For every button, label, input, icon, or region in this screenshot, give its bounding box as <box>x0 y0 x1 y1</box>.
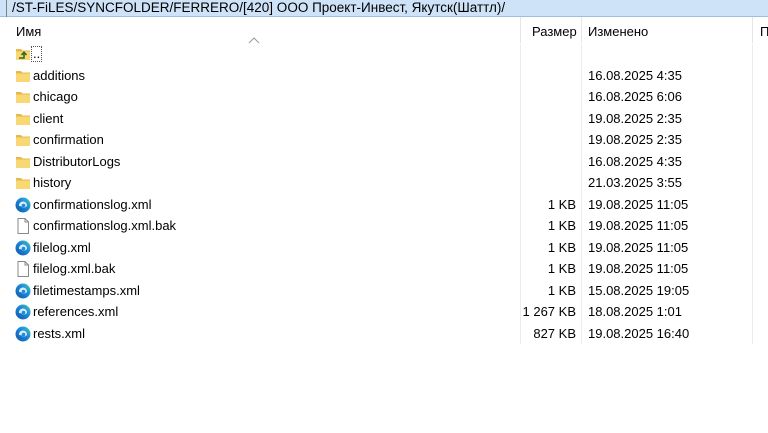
file-name[interactable]: history <box>33 172 71 194</box>
file-name[interactable]: client <box>33 108 63 130</box>
file-size: 827 KB <box>533 325 576 341</box>
folder-row[interactable]: confirmation 19.08.2025 2:35 <box>0 129 768 151</box>
file-size: 1 KB <box>547 282 576 298</box>
modified-date: 19.08.2025 2:35 <box>588 132 682 147</box>
folder-row[interactable]: chicago 16.08.2025 6:06 <box>0 86 768 108</box>
folder-icon <box>14 67 32 85</box>
modified-date: 16.08.2025 4:35 <box>588 67 682 83</box>
file-name[interactable]: confirmation <box>33 129 104 151</box>
file-row[interactable]: filelog.xml 1 KB 19.08.2025 11:05 <box>0 237 768 259</box>
file-name[interactable]: references.xml <box>33 301 118 323</box>
modified-date: 19.08.2025 2:35 <box>588 110 682 126</box>
folder-row[interactable]: DistributorLogs 16.08.2025 4:35 <box>0 151 768 173</box>
file-row[interactable]: filelog.xml.bak 1 KB 19.08.2025 11:05 <box>0 258 768 280</box>
column-divider[interactable] <box>581 17 582 43</box>
parent-directory-icon <box>14 45 32 63</box>
file-name[interactable]: filetimestamps.xml <box>33 280 140 302</box>
folder-icon <box>14 88 32 106</box>
file-name[interactable]: filelog.xml.bak <box>33 258 115 280</box>
file-row[interactable]: references.xml 1 267 KB 18.08.2025 1:01 <box>0 301 768 323</box>
file-name[interactable]: rests.xml <box>33 323 85 345</box>
path-bar[interactable]: /ST-FiLES/SYNCFOLDER/FERRERO/[420] ООО П… <box>0 0 768 17</box>
folder-row[interactable]: additions 16.08.2025 4:35 <box>0 65 768 87</box>
column-modified-header[interactable]: Изменено <box>588 17 648 44</box>
edge-xml-icon <box>14 325 32 343</box>
modified-date: 19.08.2025 16:40 <box>588 325 690 341</box>
column-header: Имя Размер Изменено П <box>0 17 768 44</box>
file-name[interactable]: DistributorLogs <box>33 151 120 173</box>
column-name-header[interactable]: Имя <box>16 17 41 44</box>
path-bar-edge <box>6 0 7 17</box>
file-row[interactable]: rests.xml 827 KB 19.08.2025 16:40 <box>0 323 768 345</box>
edge-xml-icon <box>14 239 32 257</box>
column-divider[interactable] <box>752 17 753 43</box>
folder-icon <box>14 174 32 192</box>
blank-file-icon <box>14 260 32 278</box>
modified-date: 15.08.2025 19:05 <box>588 282 690 298</box>
file-size: 1 KB <box>547 196 576 212</box>
modified-date: 21.03.2025 3:55 <box>588 175 682 190</box>
modified-date: 19.08.2025 11:05 <box>588 196 689 212</box>
file-size: 1 KB <box>547 261 576 276</box>
file-name[interactable]: filelog.xml <box>33 237 91 259</box>
column-size-header[interactable]: Размер <box>532 17 577 44</box>
file-size: 1 267 KB <box>522 304 577 319</box>
file-size: 1 KB <box>547 218 576 233</box>
file-name[interactable]: .. <box>30 46 43 62</box>
modified-date: 19.08.2025 11:05 <box>588 239 689 255</box>
edge-xml-icon <box>14 282 32 300</box>
file-row[interactable]: confirmationslog.xml.bak 1 KB 19.08.2025 1… <box>0 215 768 237</box>
modified-date: 19.08.2025 11:05 <box>588 261 689 276</box>
column-extra-header[interactable]: П <box>760 17 768 44</box>
file-name[interactable]: confirmationslog.xml.bak <box>33 215 176 237</box>
modified-date: 18.08.2025 1:01 <box>588 304 682 319</box>
folder-row[interactable]: client 19.08.2025 2:35 <box>0 108 768 130</box>
folder-icon <box>14 153 32 171</box>
modified-date: 19.08.2025 11:05 <box>588 218 689 233</box>
edge-xml-icon <box>14 303 32 321</box>
modified-date: 16.08.2025 6:06 <box>588 89 682 104</box>
modified-date: 16.08.2025 4:35 <box>588 153 682 169</box>
folder-row[interactable]: history 21.03.2025 3:55 <box>0 172 768 194</box>
file-name[interactable]: chicago <box>33 86 78 108</box>
current-path[interactable]: /ST-FiLES/SYNCFOLDER/FERRERO/[420] ООО П… <box>12 0 505 15</box>
file-name[interactable]: additions <box>33 65 85 87</box>
blank-file-icon <box>14 217 32 235</box>
file-row[interactable]: confirmationslog.xml 1 KB 19.08.2025 11:05 <box>0 194 768 216</box>
column-divider[interactable] <box>520 17 521 43</box>
folder-row[interactable]: .. <box>0 43 768 65</box>
folder-icon <box>14 131 32 149</box>
edge-xml-icon <box>14 196 32 214</box>
file-size: 1 KB <box>547 239 576 255</box>
folder-icon <box>14 110 32 128</box>
file-row[interactable]: filetimestamps.xml 1 KB 15.08.2025 19:05 <box>0 280 768 302</box>
file-name[interactable]: confirmationslog.xml <box>33 194 152 216</box>
